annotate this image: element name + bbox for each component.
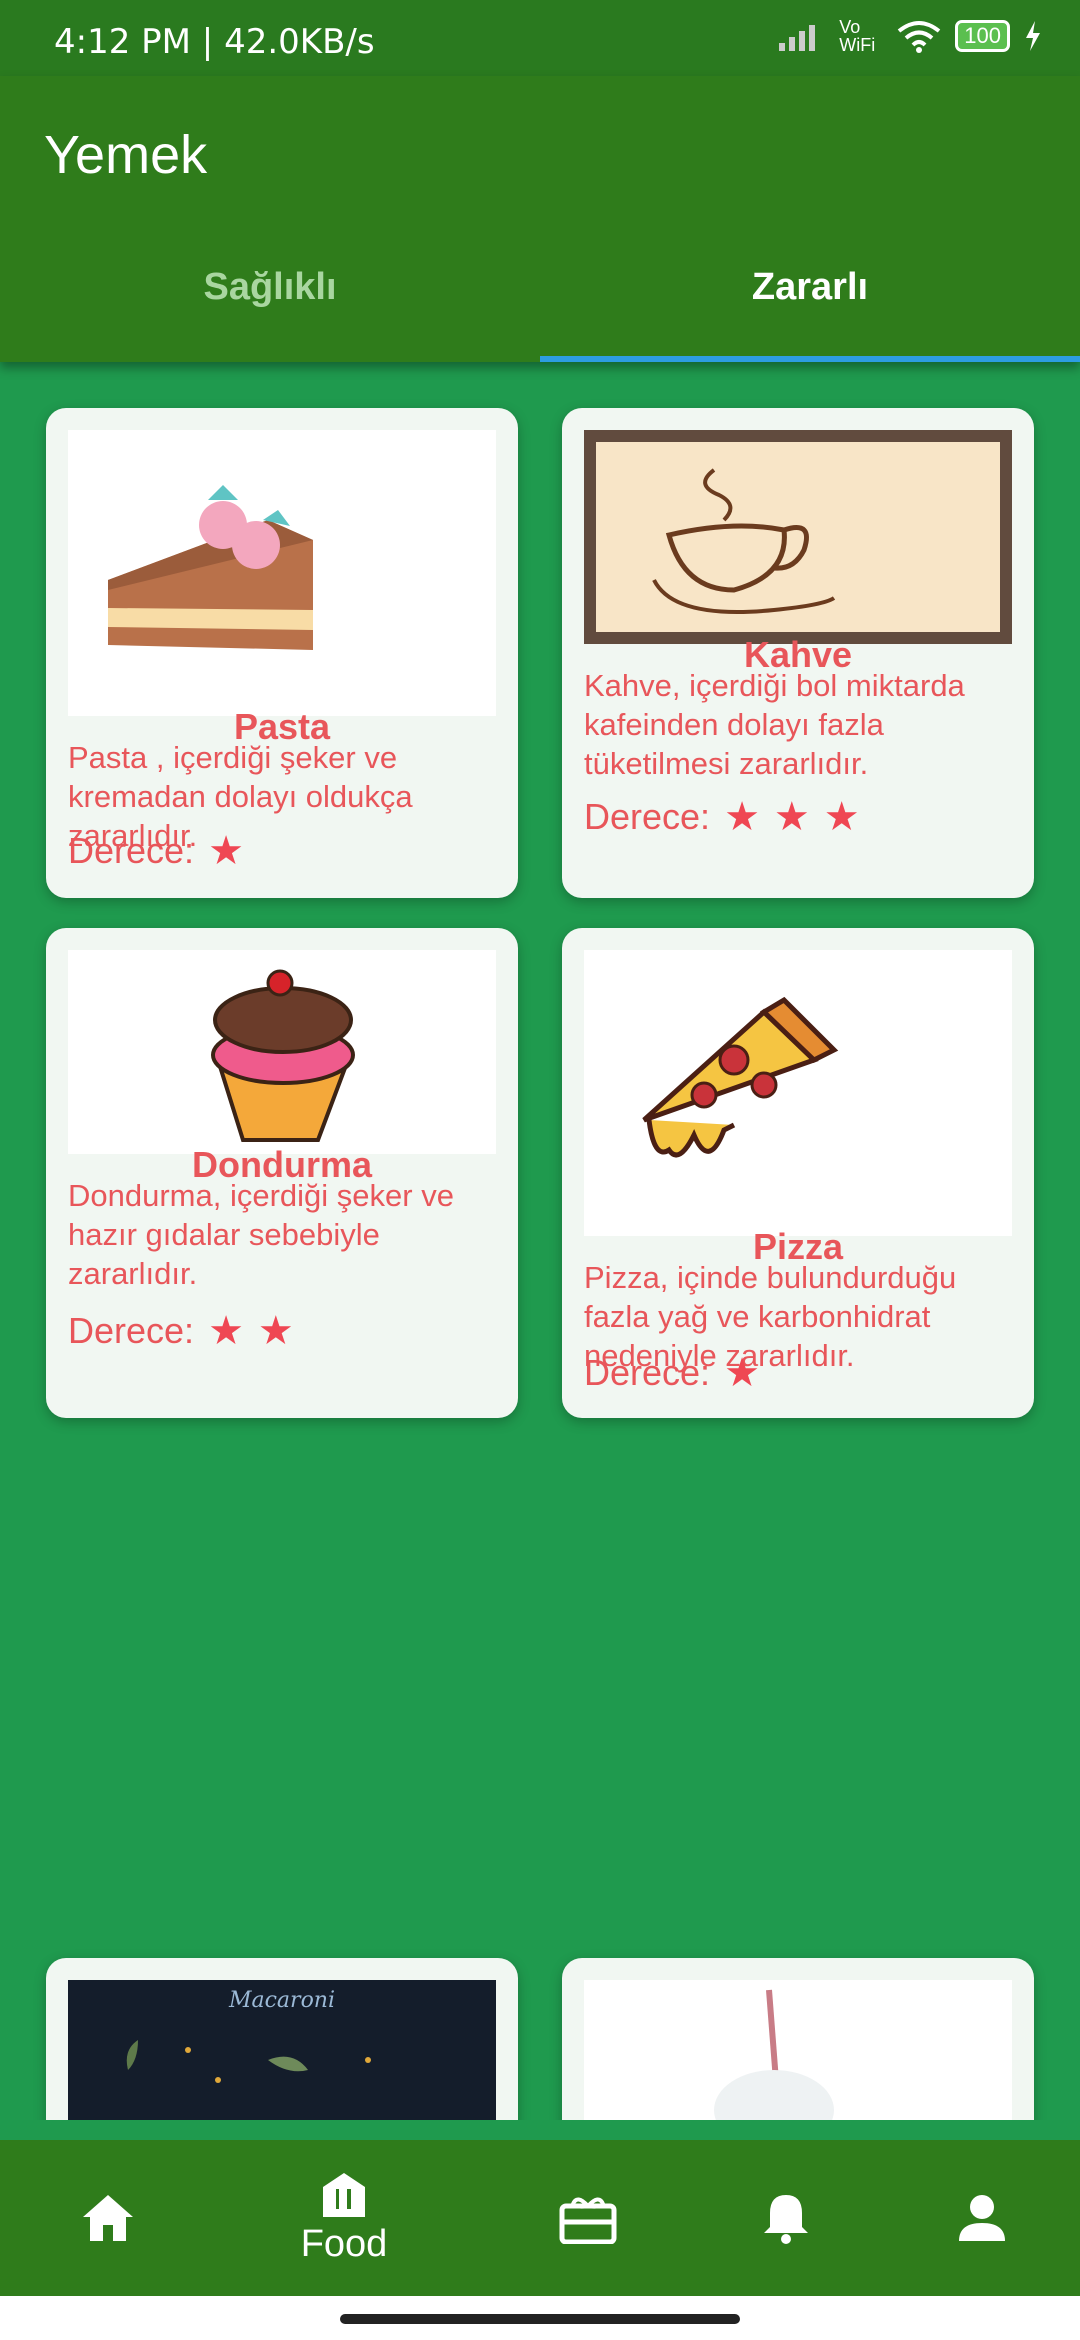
rating: Derece: ★ ★ [68,1308,294,1354]
home-icon [83,2195,133,2241]
ice-cream-image [68,950,496,1154]
drink-image [584,1980,1012,2120]
network-label: Vo WiFi [839,17,876,55]
food-icon [323,2172,365,2217]
pizza-image [584,950,1012,1236]
star-icon: ★ [724,1351,760,1395]
nav-gift[interactable] [480,2140,696,2296]
nav-notifications[interactable] [678,2140,894,2296]
status-bar: 4:12 PM | 42.0KB/s Vo WiFi 100 [0,0,1080,76]
status-icons: Vo WiFi 100 [779,18,1042,54]
food-description: Kahve, içerdiği bol miktarda kafeinden d… [584,668,965,781]
rating-label: Derece: [584,796,711,837]
charging-icon [1026,21,1040,51]
rating-label: Derece: [68,1310,195,1351]
nav-food[interactable]: Food [236,2140,452,2296]
cake-image [68,430,496,716]
food-card-pasta[interactable]: Pasta Pasta , içerdiği şeker ve kremadan… [46,408,518,898]
person-icon [959,2195,1005,2241]
rating: Derece: ★ [584,1350,760,1396]
food-card-kahve[interactable]: Kahve Kahve, içerdiği bol miktarda kafei… [562,408,1034,898]
wifi-icon [898,21,941,53]
tab-zararli[interactable]: Zararlı [540,266,1080,309]
nav-profile[interactable] [874,2140,1080,2296]
macaroni-image: Macaroni [68,1980,496,2120]
nav-home[interactable] [0,2140,216,2296]
star-icon: ★ [823,795,860,839]
status-time: 4:12 PM | 42.0KB/s [54,22,375,62]
bottom-navigation: Food [0,2140,1080,2296]
star-icon: ★ [257,1309,294,1353]
food-card-dondurma[interactable]: Dondurma Dondurma, içerdiği şeker ve haz… [46,928,518,1418]
tab-saglikli[interactable]: Sağlıklı [0,266,540,309]
page-title: Yemek [44,125,208,185]
rating-label: Derece: [68,830,195,871]
nav-food-label: Food [300,2222,388,2265]
star-icon: ★ [724,795,760,839]
signal-icon [779,25,816,51]
gift-icon [559,2197,617,2244]
food-card-pizza[interactable]: Pizza Pizza, içinde bulundurduğu fazla y… [562,928,1034,1418]
battery-indicator: 100 [955,20,1010,52]
food-card-macaroni[interactable]: Macaroni [46,1958,518,2120]
rating-label: Derece: [584,1352,711,1393]
star-icon: ★ [208,829,244,873]
bell-icon [764,2195,808,2244]
coffee-image [584,430,1012,644]
food-grid[interactable]: Pasta Pasta , içerdiği şeker ve kremadan… [0,362,1080,2120]
food-description: Dondurma, içerdiği şeker ve hazır gıdala… [68,1178,454,1291]
app-bar: Yemek Sağlıklı Zararlı [0,76,1080,362]
star-icon: ★ [773,795,810,839]
rating: Derece: ★ ★ ★ [584,794,860,840]
star-icon: ★ [208,1309,244,1353]
food-card-drink[interactable] [562,1958,1034,2120]
rating: Derece: ★ [68,828,244,874]
home-indicator[interactable] [340,2314,740,2324]
